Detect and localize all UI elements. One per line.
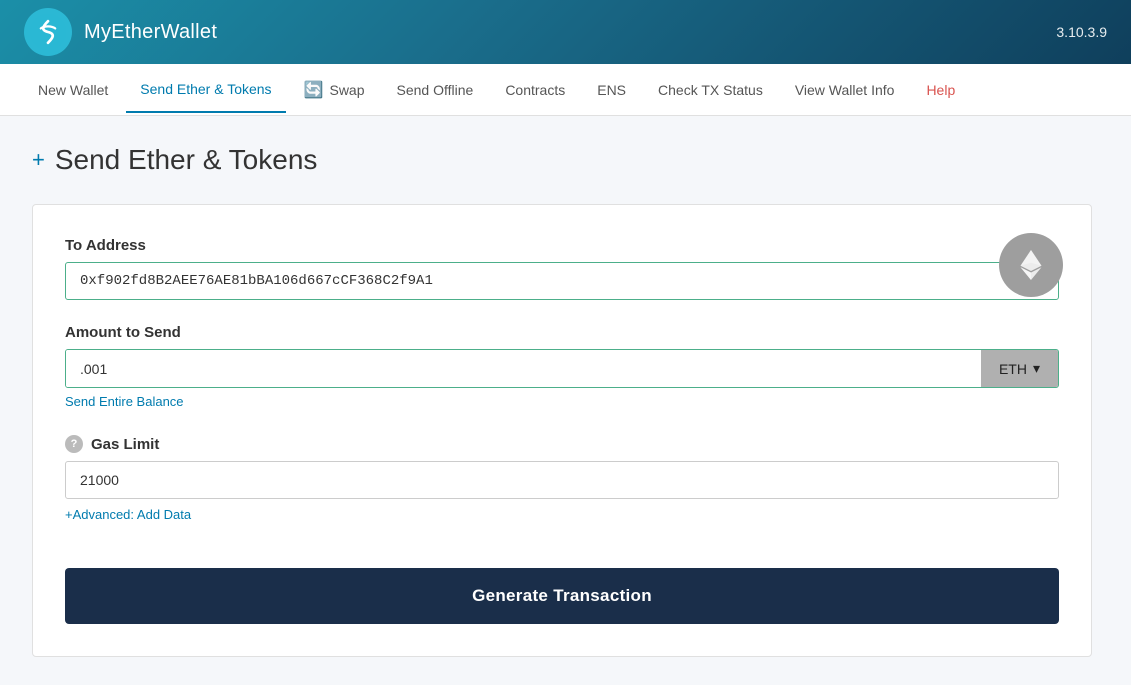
nav-ens[interactable]: ENS [583,68,640,112]
gas-limit-label: Gas Limit [91,436,159,453]
to-address-group: To Address [65,237,1059,300]
nav-help[interactable]: Help [912,68,969,112]
swap-icon: 🔄 [304,80,324,100]
nav-send-offline[interactable]: Send Offline [383,68,488,112]
nav-new-wallet[interactable]: New Wallet [24,68,122,112]
generate-transaction-button[interactable]: Generate Transaction [65,568,1059,624]
page-content: + Send Ether & Tokens To Address Amount … [0,116,1131,685]
send-entire-balance-link[interactable]: Send Entire Balance [65,394,184,409]
header-left: MyEtherWallet [24,8,217,56]
to-address-label: To Address [65,237,1059,254]
send-form-card: To Address Amount to Send ETH ▾ Send Ent… [32,204,1092,657]
header: MyEtherWallet 3.10.3.9 [0,0,1131,64]
nav-view-wallet-info[interactable]: View Wallet Info [781,68,909,112]
page-header: + Send Ether & Tokens [32,144,1099,176]
gas-limit-group: ? Gas Limit +Advanced: Add Data [65,435,1059,524]
gas-limit-input[interactable] [65,461,1059,499]
to-address-input[interactable] [65,262,1059,300]
amount-row: ETH ▾ [65,349,1059,388]
amount-group: Amount to Send ETH ▾ Send Entire Balance [65,324,1059,411]
nav-contracts[interactable]: Contracts [491,68,579,112]
page-plus-icon: + [32,147,45,173]
currency-label: ETH [999,361,1027,377]
nav-swap[interactable]: 🔄 Swap [290,66,379,114]
amount-label: Amount to Send [65,324,1059,341]
gas-label-row: ? Gas Limit [65,435,1059,453]
app-version: 3.10.3.9 [1056,24,1107,40]
logo [24,8,72,56]
main-nav: New Wallet Send Ether & Tokens 🔄 Swap Se… [0,64,1131,116]
advanced-add-data-link[interactable]: +Advanced: Add Data [65,507,191,522]
currency-dropdown[interactable]: ETH ▾ [981,350,1058,387]
currency-dropdown-icon: ▾ [1033,360,1040,377]
nav-send-ether-tokens[interactable]: Send Ether & Tokens [126,67,285,113]
ethereum-logo [999,233,1063,297]
amount-input[interactable] [66,350,981,387]
gas-limit-help-icon[interactable]: ? [65,435,83,453]
page-title: Send Ether & Tokens [55,144,318,176]
nav-check-tx-status[interactable]: Check TX Status [644,68,777,112]
app-title: MyEtherWallet [84,21,217,44]
